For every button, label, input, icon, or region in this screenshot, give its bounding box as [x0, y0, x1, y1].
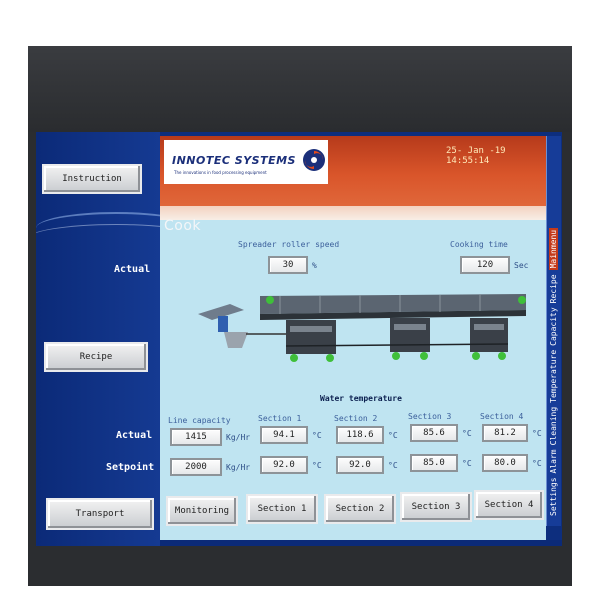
brand-tagline: The innovations in food processing equip…: [174, 170, 267, 175]
section-2-unit: °C: [388, 431, 398, 440]
side-menu-capacity[interactable]: Capacity: [549, 307, 558, 346]
section-2-unit: °C: [388, 461, 398, 470]
section-4-actual[interactable]: 81.2: [482, 424, 528, 442]
brand-swirl-icon: [303, 149, 325, 171]
left-panel: [36, 132, 160, 546]
cooker-section-1: [286, 320, 336, 362]
transport-button[interactable]: Transport: [46, 498, 154, 530]
section-4-caption: Section 4: [480, 412, 524, 421]
line-capacity-caption: Line capacity: [168, 416, 231, 425]
tab-section-3[interactable]: Section 3: [400, 492, 472, 522]
brand-logo: INNOTEC SYSTEMS The innovations in food …: [164, 140, 328, 184]
datetime-display: 25- Jan -19 14:55:14: [446, 146, 506, 166]
section-4-setpoint[interactable]: 80.0: [482, 454, 528, 472]
header-bottom-band: [160, 206, 546, 220]
device-bezel-top: [28, 46, 572, 132]
recipe-button[interactable]: Recipe: [44, 342, 148, 372]
header-bar: INNOTEC SYSTEMS The innovations in food …: [160, 136, 546, 206]
section-3-setpoint[interactable]: 85.0: [410, 454, 458, 472]
side-menu-settings[interactable]: Settings: [549, 477, 558, 516]
line-capacity-unit: Kg/Hr: [226, 463, 251, 472]
section-1-unit: °C: [312, 431, 322, 440]
side-menu-cleaning[interactable]: Cleaning: [549, 407, 558, 446]
section-3-unit: °C: [462, 459, 472, 468]
bottom-strip: [160, 540, 562, 546]
cooking-time-value[interactable]: 120: [460, 256, 510, 274]
side-menu-alarm[interactable]: Alarm: [549, 449, 558, 473]
section-4-unit: °C: [532, 459, 542, 468]
side-menu-mainmenu[interactable]: Mainmenu: [549, 227, 558, 271]
line-capacity-actual[interactable]: 1415: [170, 428, 222, 446]
line-capacity-setpoint[interactable]: 2000: [170, 458, 222, 476]
page-title: Cook: [164, 218, 202, 234]
hmi-screen: Instruction Actual Recipe Actual Setpoin…: [36, 132, 562, 546]
cooking-time-unit: Sec: [514, 261, 529, 270]
side-menu: Settings Alarm Cleaning Temperature Capa…: [546, 136, 561, 526]
tab-section-1[interactable]: Section 1: [246, 494, 318, 524]
section-3-unit: °C: [462, 429, 472, 438]
spreader-speed-value[interactable]: 30: [268, 256, 308, 274]
section-3-actual[interactable]: 85.6: [410, 424, 458, 442]
section-2-actual[interactable]: 118.6: [336, 426, 384, 444]
brand-name: INNOTEC SYSTEMS: [172, 154, 296, 167]
actual-row-label: Actual: [114, 264, 151, 275]
section-2-setpoint[interactable]: 92.0: [336, 456, 384, 474]
section-2-caption: Section 2: [334, 414, 378, 423]
tab-section-4[interactable]: Section 4: [474, 490, 544, 520]
water-temperature-caption: Water temperature: [320, 394, 402, 403]
cooker-section-2: [390, 318, 430, 360]
section-1-caption: Section 1: [258, 414, 302, 423]
setpoint-row-label: Setpoint: [106, 462, 155, 473]
section-4-unit: °C: [532, 429, 542, 438]
actual-row-label: Actual: [116, 430, 153, 441]
tab-monitoring[interactable]: Monitoring: [166, 496, 238, 526]
side-menu-temperature[interactable]: Temperature: [549, 350, 558, 403]
line-capacity-unit: Kg/Hr: [226, 433, 251, 442]
section-1-setpoint[interactable]: 92.0: [260, 456, 308, 474]
side-menu-recipe[interactable]: Recipe: [549, 274, 558, 303]
cooker-line-diagram: [198, 294, 526, 362]
main-panel: Cook Spreader roller speed 30 % Cooking …: [160, 218, 546, 540]
cooking-time-caption: Cooking time: [450, 240, 508, 249]
spreader-caption: Spreader roller speed: [238, 240, 340, 249]
spreader-unit: %: [312, 261, 317, 270]
instruction-button[interactable]: Instruction: [42, 164, 142, 194]
section-1-actual[interactable]: 94.1: [260, 426, 308, 444]
cooker-section-3: [470, 318, 508, 360]
cooker-conveyor: [260, 294, 526, 320]
section-3-caption: Section 3: [408, 412, 452, 421]
tab-section-2[interactable]: Section 2: [324, 494, 396, 524]
section-1-unit: °C: [312, 461, 322, 470]
